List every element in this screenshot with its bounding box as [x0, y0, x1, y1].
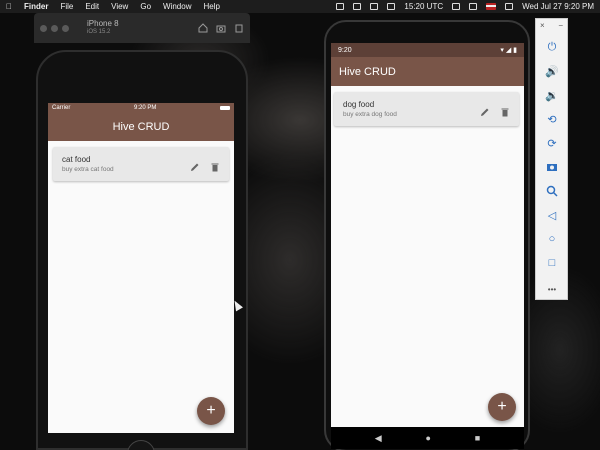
ios-status-bar: Carrier 9:20 PM	[48, 103, 234, 113]
overview-icon[interactable]: □	[544, 255, 560, 271]
panel-minimize-button[interactable]: −	[558, 21, 563, 30]
plus-icon: +	[206, 402, 216, 419]
todo-title: cat food	[62, 155, 91, 164]
recents-icon[interactable]: ■	[475, 433, 480, 443]
zoom-icon[interactable]	[544, 183, 560, 199]
power-icon[interactable]: ⏻	[544, 39, 560, 55]
menu-view[interactable]: View	[111, 2, 128, 11]
window-close-button[interactable]	[40, 24, 47, 32]
home-icon[interactable]: ●	[426, 433, 431, 443]
todo-card[interactable]: cat food buy extra cat food	[53, 147, 229, 181]
macos-menu-bar:  Finder File Edit View Go Window Help 1…	[0, 0, 600, 13]
simulator-device-name: iPhone 8	[87, 19, 119, 28]
android-status-bar: 9:20 ▾ ◢ ▮	[331, 43, 524, 57]
android-status-icons: ▾ ◢ ▮	[500, 47, 517, 54]
spotlight-search-icon[interactable]	[505, 3, 514, 10]
simulator-toolbar: iPhone 8 iOS 15.2	[34, 13, 250, 43]
edit-pencil-icon[interactable]	[190, 159, 200, 171]
menu-finder[interactable]: Finder	[24, 2, 48, 11]
todo-subtitle: buy extra dog food	[343, 111, 397, 118]
add-todo-button[interactable]: +	[488, 393, 516, 421]
clock-utc[interactable]: 15:20 UTC	[404, 2, 443, 11]
bluetooth-menu-icon[interactable]	[387, 3, 396, 10]
more-options-button[interactable]: •••	[544, 281, 560, 297]
android-nav-bar: ◀ ● ■	[331, 427, 524, 449]
battery-menu-icon[interactable]	[336, 3, 345, 10]
screenshot-camera-icon[interactable]	[216, 23, 226, 33]
back-icon[interactable]: ◀	[375, 433, 382, 444]
menu-window[interactable]: Window	[163, 2, 191, 11]
display-menu-icon[interactable]	[353, 3, 362, 10]
todo-subtitle: buy extra cat food	[62, 166, 114, 173]
edit-pencil-icon[interactable]	[480, 104, 490, 116]
camera-icon[interactable]	[544, 159, 560, 175]
wifi-menu-icon[interactable]	[452, 3, 461, 10]
rotate-left-icon[interactable]: ⟲	[544, 111, 560, 127]
volume-up-icon[interactable]: 🔊	[544, 63, 560, 79]
ios-carrier: Carrier	[52, 105, 71, 111]
window-minimize-button[interactable]	[51, 24, 58, 32]
menu-help[interactable]: Help	[203, 2, 219, 11]
home-icon[interactable]: ○	[544, 231, 560, 247]
battery-icon	[219, 106, 230, 110]
ios-app-bar: Hive CRUD	[48, 113, 234, 141]
menu-go[interactable]: Go	[140, 2, 151, 11]
apple-menu-icon[interactable]: 	[6, 2, 12, 11]
todo-card[interactable]: dog food buy extra dog food	[334, 92, 519, 126]
menu-bar-clock[interactable]: Wed Jul 27 9:20 PM	[522, 2, 594, 11]
delete-trash-icon[interactable]	[210, 159, 220, 172]
plus-icon: +	[497, 398, 507, 415]
menu-file[interactable]: File	[60, 2, 73, 11]
home-icon[interactable]	[198, 23, 208, 33]
window-zoom-button[interactable]	[62, 24, 69, 32]
back-icon[interactable]: ◁	[544, 207, 560, 223]
rotate-icon[interactable]	[234, 23, 244, 33]
delete-trash-icon[interactable]	[500, 104, 510, 117]
menu-edit[interactable]: Edit	[85, 2, 99, 11]
rotate-right-icon[interactable]: ⟳	[544, 135, 560, 151]
control-center-icon[interactable]	[469, 3, 478, 10]
ios-time: 9:20 PM	[133, 105, 157, 111]
simulator-os-version: iOS 15.2	[87, 29, 111, 35]
app-title: Hive CRUD	[339, 65, 396, 78]
screen-record-icon[interactable]	[370, 3, 379, 10]
panel-close-button[interactable]: ×	[540, 21, 545, 30]
emulator-control-panel: × − ⏻ 🔊 🔉 ⟲ ⟳ ◁ ○ □ •••	[535, 18, 568, 300]
todo-title: dog food	[343, 100, 375, 109]
android-app-bar: Hive CRUD	[331, 57, 524, 86]
android-time: 9:20	[338, 46, 352, 54]
add-todo-button[interactable]: +	[197, 397, 225, 425]
app-title: Hive CRUD	[112, 121, 170, 133]
volume-down-icon[interactable]: 🔉	[544, 87, 560, 103]
input-source-flag-icon[interactable]	[486, 3, 497, 10]
